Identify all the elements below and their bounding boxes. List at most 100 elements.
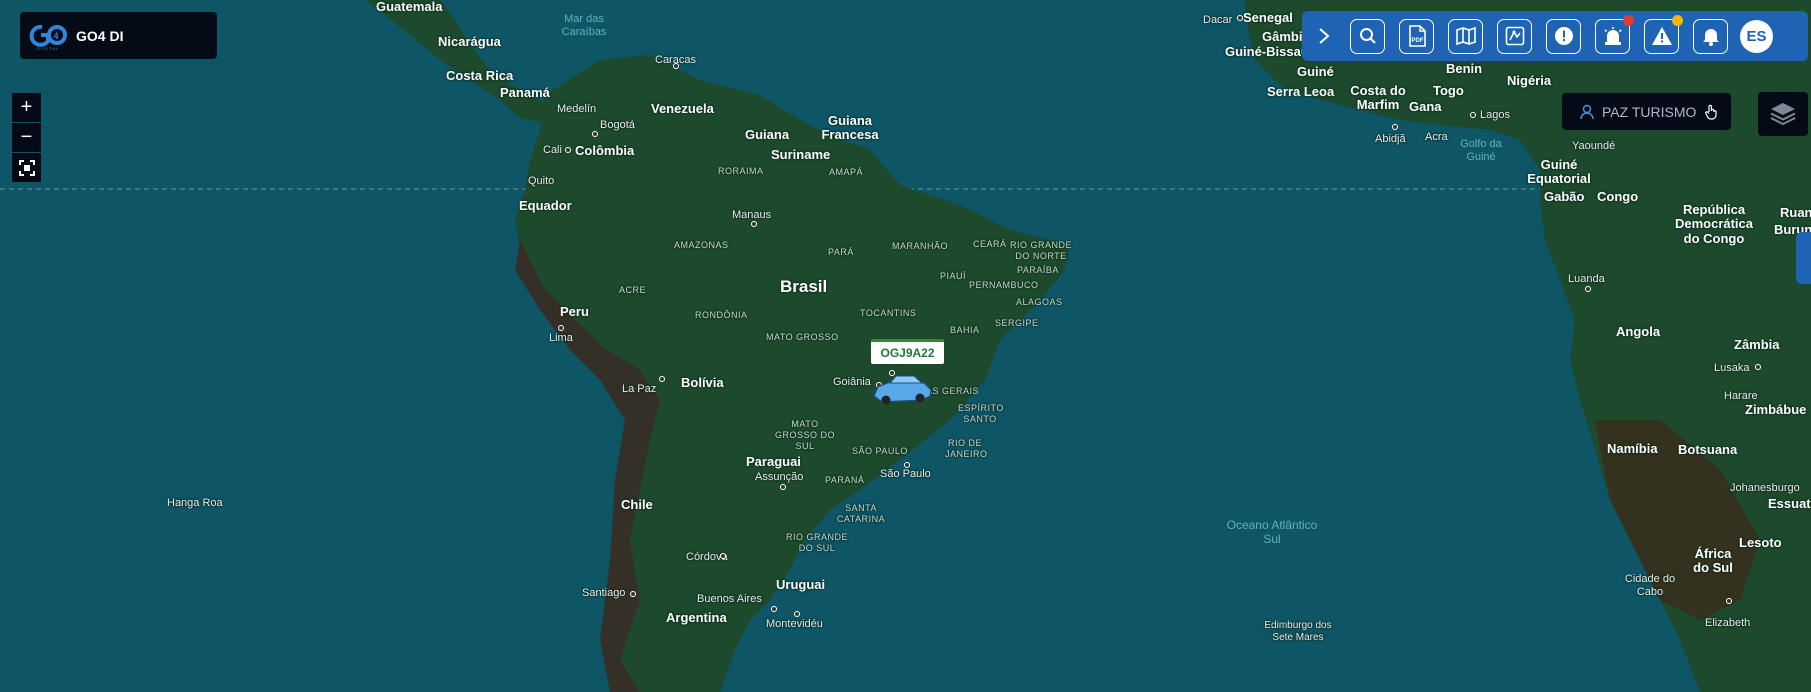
search-button[interactable] <box>1350 18 1385 54</box>
user-avatar[interactable]: ES <box>1740 19 1773 53</box>
map-label-state: PARÁ <box>828 247 854 257</box>
map-label-state: RIO GRANDE DO SUL <box>785 532 848 553</box>
map-label-water: Mar das Caraíbas <box>561 13 607 38</box>
map-label-state: SANTA CATARINA <box>836 503 886 524</box>
notifications-button[interactable] <box>1693 18 1728 54</box>
city-marker <box>1237 15 1243 21</box>
brand-panel[interactable]: 4 DIGITAL GO4 DI <box>20 12 217 59</box>
city-marker <box>659 376 665 382</box>
svg-text:DIGITAL: DIGITAL <box>37 46 59 51</box>
siren-button[interactable] <box>1595 14 1634 54</box>
map-label-state: TOCANTINS <box>860 308 917 318</box>
map-label-city: La Paz <box>622 383 657 395</box>
map-label-city: Harare <box>1724 390 1758 402</box>
user-icon <box>1580 104 1594 119</box>
plus-icon: + <box>20 96 33 118</box>
map-label-city: Luanda <box>1568 273 1605 285</box>
city-marker <box>720 553 726 559</box>
city-marker <box>673 63 679 69</box>
map-label-city: Buenos Aires <box>697 593 762 605</box>
warning-triangle-icon <box>1651 27 1672 45</box>
city-marker <box>1392 124 1398 130</box>
company-selector[interactable]: PAZ TURISMO <box>1562 93 1731 130</box>
layers-icon <box>1770 103 1796 126</box>
map-label-state: RIO DE JANEIRO <box>945 438 988 459</box>
vehicle-marker[interactable] <box>870 370 935 406</box>
alert-circle-button[interactable] <box>1546 18 1581 54</box>
map-label-state: ALAGOAS <box>1016 297 1063 307</box>
map-label-city: Johanesburgo <box>1730 482 1800 494</box>
map-label-state: MATO GROSSO <box>766 332 839 342</box>
map-label-country: Costa Rica <box>446 68 514 83</box>
map-label-country: Brasil <box>780 277 828 296</box>
map-label-city: Goiânia <box>833 376 871 388</box>
map-label-state: MATO GROSSO DO SUL <box>775 419 836 451</box>
map-label-state: AMAPÁ <box>829 167 864 177</box>
map-label-country: Gabão <box>1544 189 1585 204</box>
minus-icon: − <box>20 126 33 148</box>
map-label-country: Guiné <box>1297 64 1334 79</box>
map-label-city: Cali <box>543 144 562 156</box>
svg-text:PDF: PDF <box>1411 38 1423 44</box>
vehicle-plate-label[interactable]: OGJ9A22 <box>871 339 944 364</box>
warning-badge <box>1672 14 1683 26</box>
map-label-country: Namíbia <box>1607 441 1658 456</box>
map-label-state: PIAUÍ <box>940 271 967 281</box>
map-label-country: Gana <box>1409 99 1442 114</box>
map-label-state: RIO GRANDE DO NORTE <box>1009 240 1072 261</box>
search-icon <box>1359 28 1376 44</box>
map-label-city: Lusaka <box>1714 362 1750 374</box>
geofence-button[interactable] <box>1497 18 1532 54</box>
map-label-country: Serra Leoa <box>1267 84 1335 99</box>
siren-icon <box>1603 27 1622 45</box>
map-label-country: Bolívia <box>681 375 724 390</box>
map-label-country: Peru <box>560 304 589 319</box>
city-marker <box>794 611 800 617</box>
map-label-country: Togo <box>1433 83 1464 98</box>
city-marker <box>558 325 564 331</box>
map-label-state: BAHIA <box>950 325 980 335</box>
zoom-in-button[interactable]: + <box>12 93 41 122</box>
map-label-country: Senegal <box>1243 10 1293 25</box>
map-label-country: Nigéria <box>1507 73 1552 88</box>
fit-bounds-button[interactable] <box>12 153 41 182</box>
map-label-country: Uruguai <box>776 577 826 592</box>
map-button[interactable] <box>1448 18 1483 54</box>
map-label-country: Ruanda <box>1780 205 1811 220</box>
city-marker <box>771 606 777 612</box>
map-label-state: PARANÁ <box>825 475 865 485</box>
map-label-city: Quito <box>528 175 555 187</box>
warning-button[interactable] <box>1644 14 1683 54</box>
pdf-button[interactable]: PDF <box>1399 18 1434 54</box>
toolbar-collapse-button[interactable] <box>1312 19 1336 53</box>
map-label-country: Benin <box>1446 61 1483 76</box>
map-label-country: Colômbia <box>575 143 635 158</box>
city-marker <box>1726 598 1732 604</box>
city-marker <box>630 591 636 597</box>
map-label-country: Costa do Marfim <box>1350 83 1406 113</box>
map-label-city: Assunção <box>755 471 804 483</box>
map-label-state: RONDÔNIA <box>695 310 748 320</box>
company-name: PAZ TURISMO <box>1602 103 1697 120</box>
map-label-city: Manaus <box>732 209 772 221</box>
map-label-city: Dacar <box>1203 14 1233 26</box>
map-label-country: Venezuela <box>651 101 714 116</box>
city-marker <box>1470 112 1476 118</box>
layers-button[interactable] <box>1758 92 1808 136</box>
city-marker <box>592 131 598 137</box>
zoom-out-button[interactable]: − <box>12 123 41 152</box>
map-label-country: Congo <box>1597 189 1639 204</box>
map-label-state: SÃO PAULO <box>852 446 908 456</box>
map-label-country: África do Sul <box>1693 546 1733 576</box>
map-label-country: Angola <box>1616 324 1661 339</box>
map-label-city: Bogotá <box>600 119 635 131</box>
map-label-water: Oceano Atlântico Sul <box>1226 518 1318 546</box>
side-panel-tab[interactable] <box>1796 232 1811 284</box>
map-label-country: Essuat <box>1768 496 1811 511</box>
map-label-country: Guiana <box>745 127 790 142</box>
map-label-state: RORAIMA <box>718 166 764 176</box>
map-label-country: República Democrática do Congo <box>1674 202 1754 246</box>
geofence-icon <box>1505 26 1524 46</box>
city-marker <box>751 221 757 227</box>
map-label-city: Lagos <box>1480 109 1510 121</box>
